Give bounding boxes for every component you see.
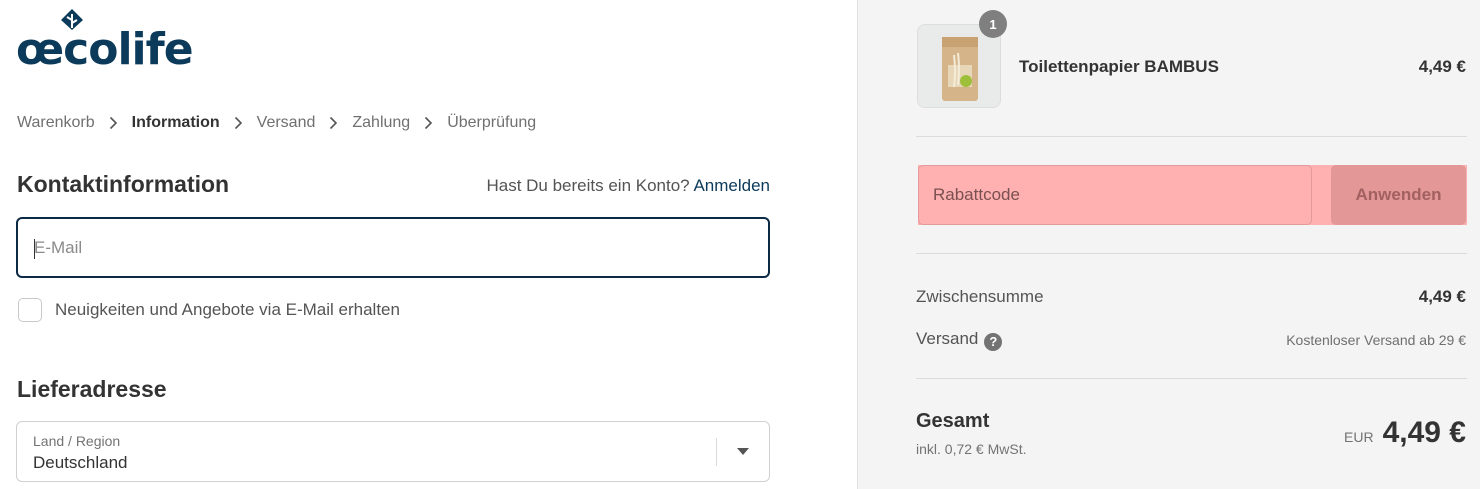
currency-code: EUR xyxy=(1344,429,1374,445)
product-price: 4,49 € xyxy=(1418,57,1466,76)
caret-down-icon xyxy=(737,448,749,455)
discount-code-field[interactable] xyxy=(918,165,1312,225)
chevron-right-icon xyxy=(329,116,338,130)
divider xyxy=(916,136,1467,137)
product-name: Toilettenpapier BAMBUS xyxy=(1019,57,1219,76)
shipping-row: Versand? xyxy=(916,329,1003,351)
email-field[interactable] xyxy=(16,217,770,278)
logo-wordmark: œcolife xyxy=(16,24,194,75)
country-select-value: Deutschland xyxy=(33,453,128,472)
chevron-right-icon xyxy=(109,116,118,130)
newsletter-option[interactable]: Neuigkeiten und Angebote via E-Mail erha… xyxy=(18,298,400,322)
breadcrumb-review: Überprüfung xyxy=(447,114,537,131)
email-input[interactable] xyxy=(18,219,768,276)
breadcrumb-information: Information xyxy=(131,114,220,131)
account-prompt-text: Hast Du bereits ein Konto? xyxy=(486,176,690,195)
divider xyxy=(916,253,1467,254)
apply-discount-button[interactable]: Anwenden xyxy=(1331,165,1466,225)
shipping-value: Kostenloser Versand ab 29 € xyxy=(1286,332,1466,348)
shipping-address-title: Lieferadresse xyxy=(17,376,167,402)
login-link[interactable]: Anmelden xyxy=(693,176,770,195)
discount-code-input[interactable] xyxy=(919,166,1311,224)
checkout-main: œcolife Warenkorb Information Versand Za… xyxy=(0,0,857,489)
breadcrumb: Warenkorb Information Versand Zahlung Üb… xyxy=(17,114,536,132)
divider xyxy=(916,378,1467,379)
newsletter-checkbox[interactable] xyxy=(18,298,42,322)
text-caret xyxy=(34,239,35,259)
select-divider xyxy=(716,438,717,466)
breadcrumb-cart[interactable]: Warenkorb xyxy=(17,114,95,132)
breadcrumb-shipping: Versand xyxy=(256,114,316,131)
newsletter-label: Neuigkeiten und Angebote via E-Mail erha… xyxy=(55,300,400,319)
question-circle-icon[interactable]: ? xyxy=(984,332,1003,351)
account-prompt: Hast Du bereits ein Konto? Anmelden xyxy=(486,176,770,196)
chevron-right-icon xyxy=(234,116,243,130)
shipping-label: Versand xyxy=(916,329,979,348)
subtotal-value: 4,49 € xyxy=(1418,287,1466,306)
country-select-label: Land / Region xyxy=(33,433,121,449)
quantity-badge: 1 xyxy=(979,10,1007,38)
total-amount: EUR 4,49 € xyxy=(1344,416,1466,450)
order-summary: 1 Toilettenpapier BAMBUS 4,49 € Anwenden… xyxy=(857,0,1480,489)
tax-note: inkl. 0,72 € MwSt. xyxy=(916,441,1027,457)
total-label: Gesamt xyxy=(916,410,990,432)
breadcrumb-payment: Zahlung xyxy=(352,114,411,131)
grand-total: 4,49 € xyxy=(1382,416,1466,449)
chevron-right-icon xyxy=(424,116,433,130)
country-select[interactable]: Land / Region Deutschland xyxy=(16,421,770,482)
contact-section-title: Kontaktinformation xyxy=(17,171,230,197)
subtotal-label: Zwischensumme xyxy=(916,287,1044,306)
